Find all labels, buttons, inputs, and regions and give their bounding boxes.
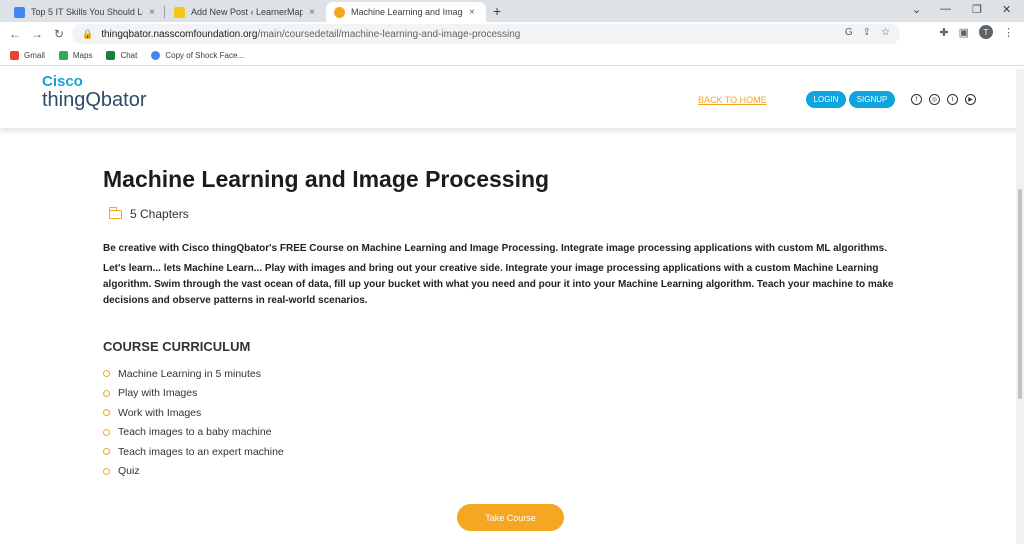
maps-icon <box>58 51 68 60</box>
tab-strip: Top 5 IT Skills You Should Learn to × Ad… <box>0 0 1024 22</box>
curriculum-item-label: Play with Images <box>118 387 198 400</box>
circle-bullet-icon <box>103 467 110 475</box>
circle-bullet-icon <box>103 389 110 397</box>
share-icon[interactable]: ⇪ <box>863 27 871 38</box>
bookmarks-bar: Gmail Maps Chat Copy of Shock Face... <box>0 46 1024 66</box>
google-icon[interactable]: G <box>845 27 853 38</box>
course-detail: Machine Learning and Image Processing 5 … <box>103 166 923 481</box>
page-icon <box>151 51 161 60</box>
list-item: Quiz <box>103 462 923 482</box>
page-title: Machine Learning and Image Processing <box>103 166 550 192</box>
scrollbar-thumb[interactable] <box>1018 189 1022 399</box>
list-item: Teach images to an expert machine <box>103 442 923 462</box>
list-item: Play with Images <box>103 384 923 404</box>
url-path: /main/coursedetail/machine-learning-and-… <box>257 28 521 40</box>
new-tab-button[interactable]: + <box>493 3 501 19</box>
tab-title: Top 5 IT Skills You Should Learn to <box>31 7 143 17</box>
curriculum-item-label: Machine Learning in 5 minutes <box>118 367 262 380</box>
list-item: Teach images to a baby machine <box>103 423 923 443</box>
restore-icon[interactable]: ❐ <box>972 3 982 16</box>
side-panel-icon[interactable]: ▣ <box>959 26 969 39</box>
site-header: Cisco thingQbator BACK TO HOME LOGIN SIG… <box>0 66 1024 128</box>
login-button[interactable]: LOGIN <box>806 91 846 108</box>
tab-title: Add New Post ‹ LearnerMap — W <box>191 7 303 17</box>
logo-cisco-text: Cisco <box>42 73 83 90</box>
curriculum-item-label: Quiz <box>118 465 140 478</box>
bookmark-label: Gmail <box>24 51 45 60</box>
close-icon[interactable]: × <box>309 7 315 18</box>
bookmark-star-icon[interactable]: ☆ <box>881 27 890 38</box>
curriculum-heading: COURSE CURRICULUM <box>103 339 251 354</box>
bookmark-label: Maps <box>72 51 93 60</box>
thingqbator-icon <box>334 6 345 18</box>
profile-avatar[interactable]: T <box>979 25 993 39</box>
course-description-body: Let's learn... lets Machine Learn... Pla… <box>103 263 894 306</box>
bookmark-label: Chat <box>120 51 138 60</box>
back-icon[interactable]: ← <box>4 27 26 41</box>
close-window-icon[interactable]: ✕ <box>1002 3 1011 16</box>
chapters-label: 5 Chapters <box>130 207 189 221</box>
bookmark-maps[interactable]: Maps <box>58 51 93 60</box>
close-icon[interactable]: × <box>469 7 475 18</box>
learnermap-icon <box>174 6 185 18</box>
curriculum-item-label: Teach images to a baby machine <box>118 426 272 439</box>
page-scrollbar[interactable] <box>1016 69 1024 544</box>
signup-button[interactable]: SIGNUP <box>849 91 895 108</box>
address-bar[interactable]: 🔒 thingqbator.nasscomfoundation.org /mai… <box>72 24 900 44</box>
circle-bullet-icon <box>103 428 110 436</box>
curriculum-item-label: Work with Images <box>118 406 202 419</box>
menu-icon[interactable]: ⋮ <box>1003 26 1014 39</box>
tab-search-icon[interactable]: ⌄ <box>912 3 921 16</box>
circle-bullet-icon <box>103 370 110 378</box>
back-to-home-link[interactable]: BACK TO HOME <box>698 95 767 105</box>
circle-bullet-icon <box>103 409 110 417</box>
list-item: Work with Images <box>103 403 923 423</box>
facebook-icon[interactable]: f <box>911 94 922 105</box>
bookmark-chat[interactable]: Chat <box>106 51 137 60</box>
tab-machine-learning[interactable]: Machine Learning and Image Proc × <box>326 2 486 22</box>
tab-divider <box>164 6 165 18</box>
minimize-icon[interactable]: — <box>940 3 951 15</box>
logo-thingqbator-text: thingQbator <box>42 89 147 111</box>
forward-icon[interactable]: → <box>26 27 48 41</box>
bookmark-gmail[interactable]: Gmail <box>10 51 45 60</box>
tab-it-skills[interactable]: Top 5 IT Skills You Should Learn to × <box>6 2 163 22</box>
circle-bullet-icon <box>103 448 110 456</box>
folder-icon <box>109 206 122 219</box>
twitter-icon[interactable]: t <box>947 94 958 105</box>
youtube-icon[interactable]: ▶ <box>965 94 976 105</box>
tab-title: Machine Learning and Image Proc <box>351 7 463 17</box>
instagram-icon[interactable]: ◎ <box>929 94 940 105</box>
curriculum-item-label: Teach images to an expert machine <box>118 445 284 458</box>
bookmark-label: Copy of Shock Face... <box>165 51 245 60</box>
chapters-count: 5 Chapters <box>109 206 923 221</box>
lock-icon[interactable]: 🔒 <box>82 29 93 40</box>
take-course-button[interactable]: Take Course <box>457 504 564 531</box>
reload-icon[interactable]: ↻ <box>48 27 70 41</box>
browser-toolbar: ← → ↻ 🔒 thingqbator.nasscomfoundation.or… <box>0 22 1024 46</box>
list-item: Machine Learning in 5 minutes <box>103 364 923 384</box>
chat-icon <box>106 51 116 60</box>
course-description-intro: Be creative with Cisco thingQbator's FRE… <box>103 243 888 254</box>
tab-add-new-post[interactable]: Add New Post ‹ LearnerMap — W × <box>166 2 323 22</box>
docs-icon <box>14 6 25 18</box>
close-icon[interactable]: × <box>149 7 155 18</box>
curriculum-list: Machine Learning in 5 minutes Play with … <box>103 364 923 481</box>
url-host: thingqbator.nasscomfoundation.org <box>101 28 258 40</box>
gmail-icon <box>10 51 19 60</box>
bookmark-shock-face[interactable]: Copy of Shock Face... <box>151 51 244 60</box>
thingqbator-logo[interactable]: Cisco thingQbator <box>42 74 147 111</box>
extensions-icon[interactable]: ✚ <box>939 26 948 39</box>
